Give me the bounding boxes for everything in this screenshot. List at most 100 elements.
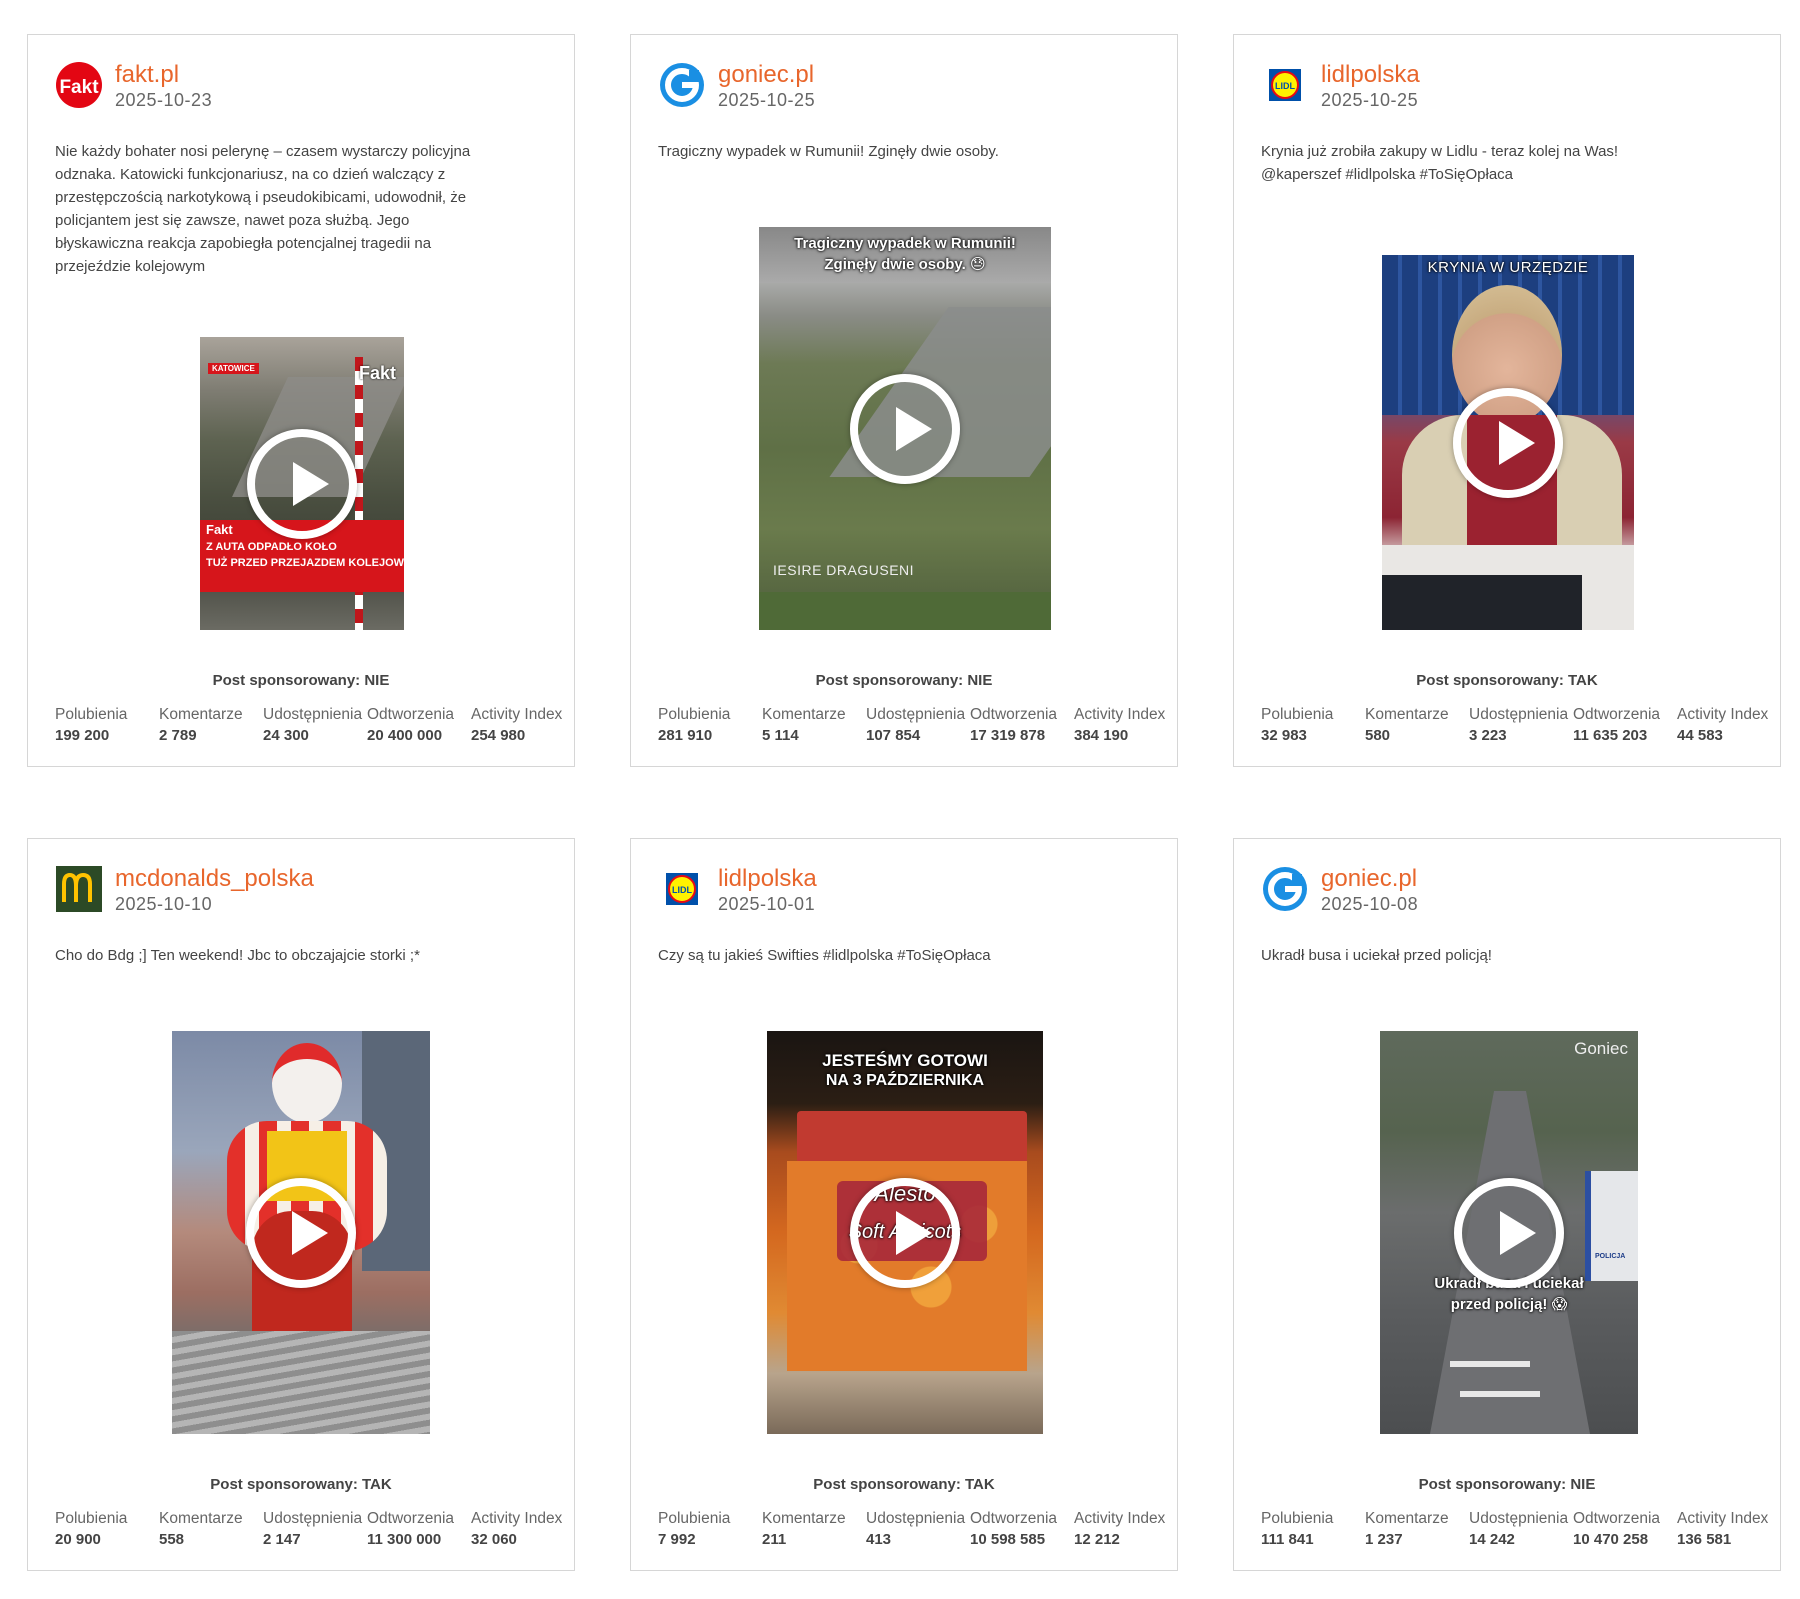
stat-label: Komentarze xyxy=(159,706,243,723)
fakt-logo-icon[interactable]: Fakt xyxy=(55,61,102,108)
post-card: goniec.pl 2025-10-08 Ukradł busa i uciek… xyxy=(1233,838,1781,1571)
post-card: Fakt fakt.pl 2025-10-23 Nie każdy bohate… xyxy=(27,34,575,767)
post-video-thumbnail[interactable] xyxy=(172,1031,430,1434)
play-icon[interactable] xyxy=(246,1177,356,1288)
stat-label: Polubienia xyxy=(1261,706,1334,723)
play-icon[interactable] xyxy=(247,428,357,539)
stat-label: Komentarze xyxy=(159,1510,243,1527)
stat-shares: Udostępnienia 2 147 xyxy=(263,1509,373,1551)
stat-label: Activity Index xyxy=(471,1510,563,1527)
post-description: Ukradł busa i uciekał przed policją! xyxy=(1261,947,1492,964)
svg-text:LIDL: LIDL xyxy=(672,885,692,895)
post-author-link[interactable]: fakt.pl xyxy=(115,61,179,89)
stat-value: 44 583 xyxy=(1677,727,1723,744)
post-video-thumbnail[interactable]: KATOWICE Fakt Fakt Z AUTA ODPADŁO KOŁO T… xyxy=(200,337,404,630)
post-author-link[interactable]: lidlpolska xyxy=(718,865,817,893)
post-date: 2025-10-01 xyxy=(718,894,816,914)
stat-activity: Activity Index 254 980 xyxy=(471,705,581,747)
post-stats: Polubienia 7 992 Komentarze 211 Udostępnie… xyxy=(658,1509,1178,1553)
post-video-thumbnail[interactable]: JESTEŚMY GOTOWI NA 3 PAŹDZIERNIKA Alesto… xyxy=(767,1031,1043,1434)
stat-value: 413 xyxy=(866,1531,892,1548)
stat-label: Polubienia xyxy=(55,706,128,723)
keyboard xyxy=(1382,575,1582,630)
stat-label: Polubienia xyxy=(55,1510,128,1527)
sponsored-status: Post sponsorowany: NIE xyxy=(815,672,993,689)
post-author-link[interactable]: lidlpolska xyxy=(1321,61,1420,89)
stat-label: Polubienia xyxy=(1261,1510,1334,1527)
stat-views: Odtworzenia 10 470 258 xyxy=(1573,1509,1683,1551)
stat-value: 558 xyxy=(159,1531,185,1548)
media-brand-tag: Fakt xyxy=(358,363,396,383)
sponsored-status: Post sponsorowany: TAK xyxy=(813,1476,995,1493)
stat-label: Activity Index xyxy=(1074,706,1166,723)
post-author-link[interactable]: goniec.pl xyxy=(718,61,814,89)
stat-label: Odtworzenia xyxy=(367,706,455,723)
clown-head xyxy=(272,1043,342,1123)
stat-likes: Polubienia 32 983 xyxy=(1261,705,1371,747)
stat-views: Odtworzenia 10 598 585 xyxy=(970,1509,1080,1551)
stat-label: Komentarze xyxy=(762,1510,846,1527)
stat-shares: Udostępnienia 107 854 xyxy=(866,705,976,747)
stat-label: Activity Index xyxy=(1677,1510,1769,1527)
stat-views: Odtworzenia 20 400 000 xyxy=(367,705,477,747)
play-icon[interactable] xyxy=(1453,387,1563,498)
svg-text:LIDL: LIDL xyxy=(1275,81,1295,91)
play-icon[interactable] xyxy=(850,1177,960,1288)
stat-comments: Komentarze 1 237 xyxy=(1365,1509,1475,1551)
media-brand-watermark: Goniec xyxy=(1574,1039,1628,1058)
stat-activity: Activity Index 12 212 xyxy=(1074,1509,1184,1551)
post-video-thumbnail[interactable]: POLICJA Goniec Ukradł busa i uciekał prz… xyxy=(1380,1031,1638,1434)
stat-label: Komentarze xyxy=(762,706,846,723)
stat-value: 10 598 585 xyxy=(970,1531,1046,1548)
post-author-link[interactable]: mcdonalds_polska xyxy=(115,865,314,893)
stat-shares: Udostępnienia 24 300 xyxy=(263,705,373,747)
stat-views: Odtworzenia 11 300 000 xyxy=(367,1509,477,1551)
goniec-logo-icon[interactable] xyxy=(658,61,705,108)
stat-label: Komentarze xyxy=(1365,706,1449,723)
stat-label: Odtworzenia xyxy=(970,706,1058,723)
road-arrow-lower xyxy=(1460,1391,1540,1397)
stat-label: Udostępnienia xyxy=(263,706,363,723)
post-video-thumbnail[interactable]: KRYNIA W URZĘDZIE xyxy=(1382,255,1634,630)
stat-likes: Polubienia 111 841 xyxy=(1261,1509,1371,1551)
media-bottom-band xyxy=(759,592,1051,630)
stat-views: Odtworzenia 17 319 878 xyxy=(970,705,1080,747)
stat-likes: Polubienia 281 910 xyxy=(658,705,768,747)
stat-label: Udostępnienia xyxy=(866,1510,966,1527)
stat-shares: Udostępnienia 3 223 xyxy=(1469,705,1579,747)
stat-label: Udostępnienia xyxy=(1469,1510,1569,1527)
stat-value: 5 114 xyxy=(762,727,799,744)
post-stats: Polubienia 32 983 Komentarze 580 Udostępni… xyxy=(1261,705,1781,749)
post-video-thumbnail[interactable]: Tragiczny wypadek w Rumunii! Zginęły dwi… xyxy=(759,227,1051,630)
play-icon[interactable] xyxy=(850,373,960,484)
post-card: LIDL lidlpolska 2025-10-01 Czy są tu jak… xyxy=(630,838,1178,1571)
play-icon[interactable] xyxy=(1454,1177,1564,1288)
goniec-logo-icon[interactable] xyxy=(1261,865,1308,912)
post-date: 2025-10-25 xyxy=(718,90,816,110)
stat-label: Polubienia xyxy=(658,706,731,723)
post-date: 2025-10-08 xyxy=(1321,894,1419,914)
lidl-logo-icon[interactable]: LIDL xyxy=(1261,61,1308,108)
stat-label: Activity Index xyxy=(1074,1510,1166,1527)
stat-value: 384 190 xyxy=(1074,727,1129,744)
stat-label: Udostępnienia xyxy=(866,706,966,723)
stat-value: 10 470 258 xyxy=(1573,1531,1649,1548)
police-van-label: POLICJA xyxy=(1595,1253,1626,1260)
post-author-link[interactable]: goniec.pl xyxy=(1321,865,1417,893)
stat-likes: Polubienia 199 200 xyxy=(55,705,165,747)
stat-value: 254 980 xyxy=(471,727,526,744)
sponsored-status: Post sponsorowany: NIE xyxy=(212,672,390,689)
media-location-text: IESIRE DRAGUSENI xyxy=(773,562,915,578)
stat-label: Odtworzenia xyxy=(970,1510,1058,1527)
mcdonalds-logo-icon[interactable] xyxy=(55,865,102,912)
media-title-line2: Zginęły dwie osoby. 😓 xyxy=(824,256,986,273)
stat-activity: Activity Index 32 060 xyxy=(471,1509,581,1551)
post-description: Czy są tu jakieś Swifties #lidlpolska #T… xyxy=(658,947,991,964)
post-card: goniec.pl 2025-10-25 Tragiczny wypadek w… xyxy=(630,34,1178,767)
police-van xyxy=(1585,1171,1638,1281)
lidl-logo-icon[interactable]: LIDL xyxy=(658,865,705,912)
post-stats: Polubienia 199 200 Komentarze 2 789 Udostę… xyxy=(55,705,575,749)
stat-views: Odtworzenia 11 635 203 xyxy=(1573,705,1683,747)
post-card: mcdonalds_polska 2025-10-10 Cho do Bdg ;… xyxy=(27,838,575,1571)
stat-value: 111 841 xyxy=(1261,1531,1314,1548)
